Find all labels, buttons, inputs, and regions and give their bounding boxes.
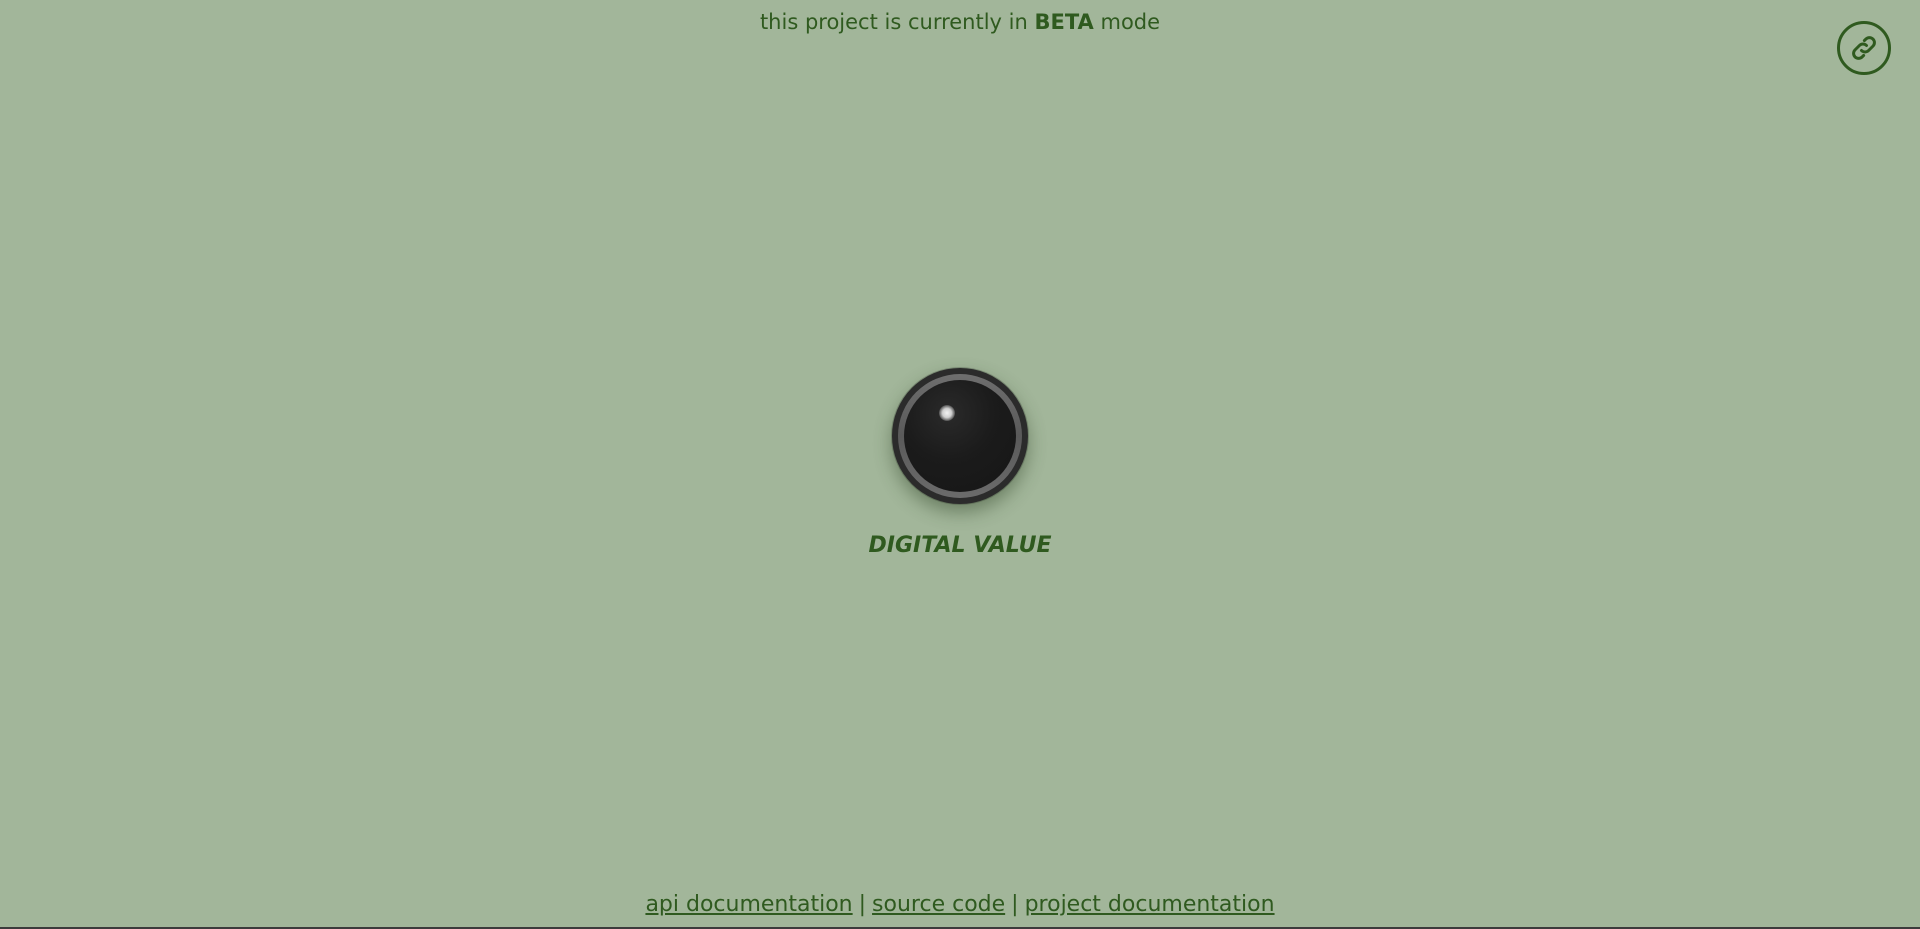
beta-banner: this project is currently in BETA mode xyxy=(0,10,1920,34)
digital-value-indicator[interactable] xyxy=(892,368,1028,504)
link-icon xyxy=(1852,36,1876,60)
api-documentation-link[interactable]: api documentation xyxy=(645,892,852,917)
beta-banner-suffix: mode xyxy=(1100,10,1161,34)
source-code-link[interactable]: source code xyxy=(872,892,1005,917)
footer-separator: | xyxy=(858,892,867,917)
led-highlight xyxy=(939,405,955,421)
beta-banner-emphasis: BETA xyxy=(1034,10,1094,34)
led-ring xyxy=(898,374,1022,498)
footer-links: api documentation | source code | project do… xyxy=(0,892,1920,917)
beta-banner-prefix: this project is currently in xyxy=(759,10,1028,34)
indicator-label: DIGITAL VALUE xyxy=(868,533,1052,558)
link-button[interactable] xyxy=(1837,21,1891,75)
footer-separator: | xyxy=(1011,892,1019,917)
led-lens xyxy=(904,380,1016,492)
led-bezel[interactable] xyxy=(892,368,1028,504)
project-documentation-link[interactable]: project documentation xyxy=(1025,892,1275,917)
